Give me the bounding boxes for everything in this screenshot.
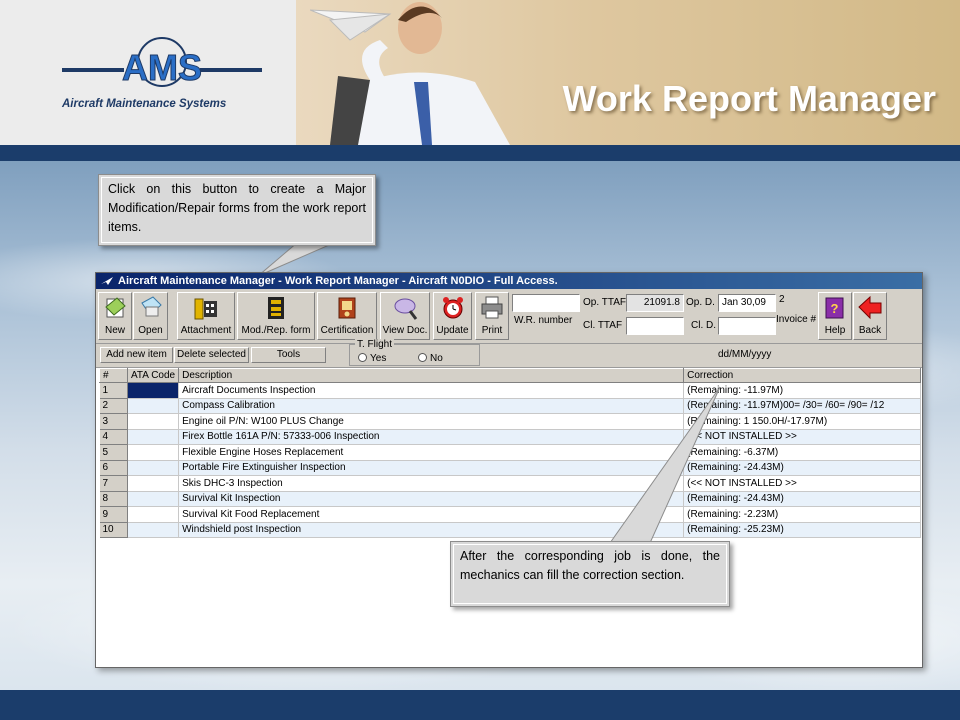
header-divider-band [0, 145, 960, 161]
aircraft-icon [101, 277, 113, 285]
t-flight-label: T. Flight [355, 339, 395, 350]
table-row[interactable]: 6 Portable Fire Extinguisher Inspection … [99, 460, 921, 476]
window-title: Aircraft Maintenance Manager - Work Repo… [118, 275, 558, 287]
ata-code-cell[interactable] [127, 460, 180, 476]
film-attachment-icon [194, 298, 217, 320]
work-report-grid: # ATA Code Description Correction 1 Airc… [99, 368, 921, 538]
back-arrow-icon [858, 295, 882, 320]
footer-band [0, 690, 960, 720]
callout-bottom-pointer [609, 386, 721, 544]
ata-code-cell[interactable] [127, 444, 180, 461]
businessman-illustration [310, 2, 510, 145]
column-header-number[interactable]: # [99, 368, 128, 383]
column-header-correction[interactable]: Correction [683, 368, 921, 383]
help-button[interactable]: ? Help [818, 292, 852, 340]
op-ttaf-label: Op. TTAF [583, 297, 626, 308]
ata-code-cell[interactable] [127, 429, 180, 445]
open-document-icon [140, 296, 162, 317]
action-bar: Add new item Delete selected Tools T. Fl… [96, 339, 922, 368]
row-number[interactable]: 1 [99, 382, 128, 399]
table-row[interactable]: 2 Compass Calibration (Remaining: -11.97… [99, 398, 921, 414]
binder-form-icon [268, 297, 284, 319]
add-new-item-button[interactable]: Add new item [100, 347, 173, 363]
view-doc-button[interactable]: View Doc. [380, 292, 430, 340]
row-number[interactable]: 10 [99, 522, 128, 538]
column-header-description[interactable]: Description [178, 368, 685, 383]
app-window: Aircraft Maintenance Manager - Work Repo… [95, 272, 923, 668]
svg-text:?: ? [831, 301, 839, 316]
callout-mod-rep-form: Click on this button to create a Major M… [98, 174, 376, 246]
table-row[interactable]: 3 Engine oil P/N: W100 PLUS Change (Rema… [99, 413, 921, 430]
cl-ttaf-label: Cl. TTAF [583, 320, 623, 331]
date-format-label: dd/MM/yyyy [718, 349, 772, 360]
op-d-label: Op. D. [686, 297, 715, 308]
row-number[interactable]: 5 [99, 444, 128, 461]
table-row[interactable]: 9 Survival Kit Food Replacement (Remaini… [99, 506, 921, 523]
ata-code-cell[interactable] [127, 491, 180, 507]
invoice-label: Invoice # [776, 314, 817, 325]
op-ttaf-field[interactable]: 21091.8 [626, 294, 684, 312]
wr-number-label: W.R. number [514, 315, 573, 326]
attachment-button[interactable]: Attachment [177, 292, 235, 340]
alarm-clock-icon [442, 297, 463, 319]
slide-title: Work Report Manager [562, 78, 936, 119]
row-number[interactable]: 9 [99, 506, 128, 523]
ata-code-cell[interactable] [127, 522, 180, 538]
logo-tagline: Aircraft Maintenance Systems [62, 98, 227, 110]
help-book-icon: ? [825, 297, 844, 319]
mod-rep-form-button[interactable]: Mod./Rep. form [237, 292, 315, 340]
t-flight-yes-radio[interactable]: Yes [358, 353, 386, 364]
toolbar: New Open Attachment Mod./Rep. form Certi… [96, 289, 922, 344]
grid-header-row: # ATA Code Description Correction [99, 368, 921, 383]
wr-number-input[interactable] [512, 294, 580, 312]
callout-correction-section: After the corresponding job is done, the… [450, 541, 730, 607]
printer-icon [481, 296, 503, 319]
delete-selected-button[interactable]: Delete selected [174, 347, 249, 363]
table-row[interactable]: 7 Skis DHC-3 Inspection (<< NOT INSTALLE… [99, 475, 921, 492]
magnifier-icon [394, 298, 418, 320]
table-row[interactable]: 8 Survival Kit Inspection (Remaining: -2… [99, 491, 921, 507]
table-row[interactable]: 10 Windshield post Inspection (Remaining… [99, 522, 921, 538]
open-button[interactable]: Open [133, 292, 168, 340]
ata-code-cell[interactable] [127, 506, 180, 523]
table-row[interactable]: 1 Aircraft Documents Inspection (Remaini… [99, 382, 921, 399]
new-document-icon [105, 297, 126, 318]
ata-code-cell[interactable] [127, 398, 180, 414]
tools-button[interactable]: Tools [251, 347, 326, 363]
t-flight-group: T. Flight Yes No [349, 339, 480, 366]
row-number[interactable]: 3 [99, 413, 128, 430]
t-flight-no-radio[interactable]: No [418, 353, 443, 364]
op-d-field[interactable]: Jan 30,09 [718, 294, 776, 312]
row-number[interactable]: 7 [99, 475, 128, 492]
certification-button[interactable]: Certification [317, 292, 377, 340]
svg-text:AMS: AMS [122, 47, 202, 88]
invoice-number-field[interactable]: 2 [776, 292, 816, 310]
row-number[interactable]: 6 [99, 460, 128, 476]
row-number[interactable]: 4 [99, 429, 128, 445]
cl-ttaf-field[interactable] [626, 317, 684, 335]
table-row[interactable]: 5 Flexible Engine Hoses Replacement (Rem… [99, 444, 921, 461]
update-button[interactable]: Update [433, 292, 472, 340]
new-button[interactable]: New [98, 292, 132, 340]
certificate-icon [338, 297, 356, 319]
ata-code-cell[interactable] [127, 413, 180, 430]
print-button[interactable]: Print [475, 292, 509, 340]
row-number[interactable]: 8 [99, 491, 128, 507]
cl-d-label: Cl. D. [691, 320, 716, 331]
back-button[interactable]: Back [853, 292, 887, 340]
column-header-ata-code[interactable]: ATA Code [126, 368, 180, 383]
table-row[interactable]: 4 Firex Bottle 161A P/N: 57333-006 Inspe… [99, 429, 921, 445]
window-titlebar: Aircraft Maintenance Manager - Work Repo… [96, 273, 922, 289]
row-number[interactable]: 2 [99, 398, 128, 414]
ata-code-cell[interactable] [127, 475, 180, 492]
ata-code-cell[interactable] [127, 382, 180, 399]
cl-d-field[interactable] [718, 317, 776, 335]
